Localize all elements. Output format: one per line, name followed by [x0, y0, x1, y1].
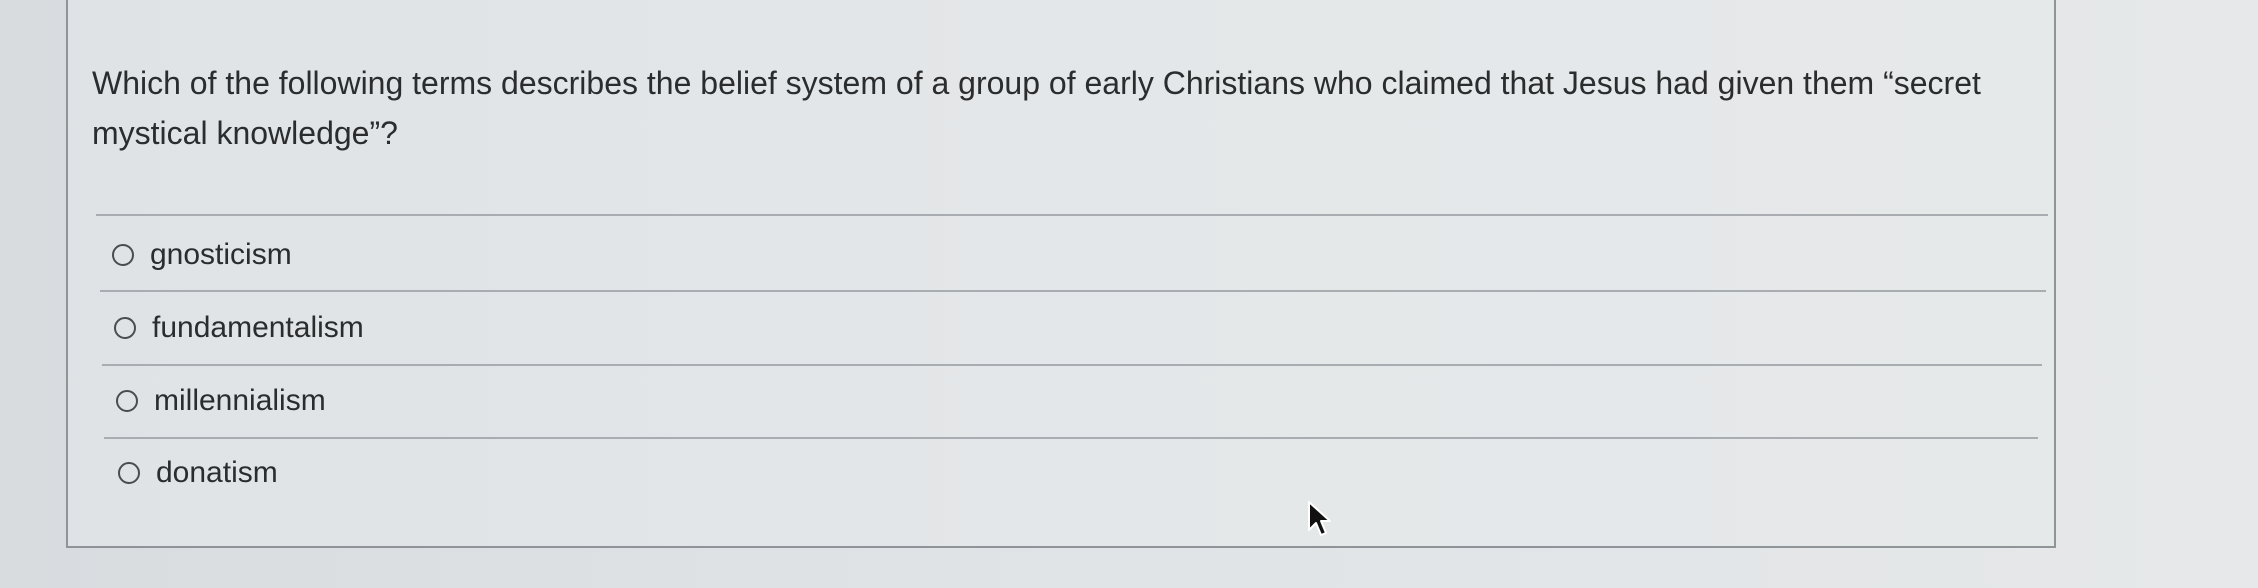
- divider-top: [96, 214, 2048, 216]
- mouse-pointer-icon: [1308, 501, 1331, 536]
- divider: [104, 437, 2038, 439]
- option-label: fundamentalism: [152, 311, 364, 344]
- radio-unchecked-icon[interactable]: [114, 317, 136, 339]
- radio-unchecked-icon[interactable]: [116, 390, 138, 412]
- option-label: gnosticism: [150, 238, 292, 271]
- answer-option-fundamentalism[interactable]: fundamentalism: [114, 298, 364, 358]
- question-text: Which of the following terms describes t…: [92, 65, 1981, 151]
- radio-unchecked-icon[interactable]: [112, 244, 134, 266]
- divider: [102, 364, 2042, 366]
- radio-unchecked-icon[interactable]: [118, 462, 140, 484]
- divider: [100, 290, 2046, 292]
- option-label: millennialism: [154, 384, 326, 417]
- answer-option-donatism[interactable]: donatism: [118, 443, 278, 503]
- answer-option-gnosticism[interactable]: gnosticism: [112, 225, 292, 285]
- answer-option-millennialism[interactable]: millennialism: [116, 371, 326, 431]
- option-label: donatism: [156, 456, 278, 489]
- question-card: Which of the following terms describes t…: [66, 0, 2056, 548]
